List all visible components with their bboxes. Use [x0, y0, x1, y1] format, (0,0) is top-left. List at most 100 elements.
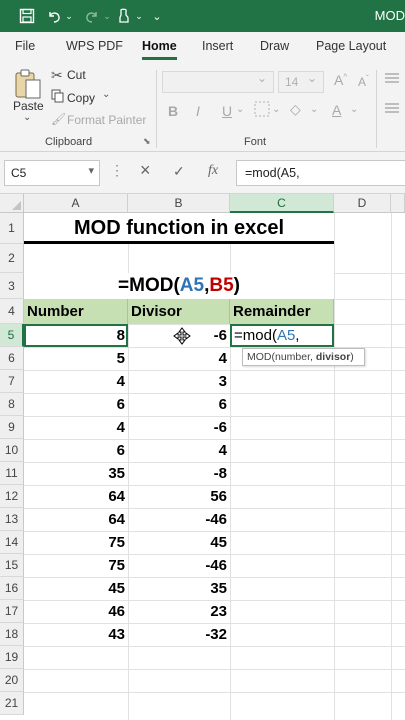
number-cell[interactable]: 6: [24, 393, 128, 416]
formula-display[interactable]: =MOD(A5,B5): [24, 273, 334, 299]
bold-button[interactable]: B: [168, 103, 178, 119]
row-header[interactable]: 5: [0, 324, 24, 347]
header-remainder[interactable]: Remainder: [230, 299, 334, 324]
select-all-button[interactable]: [0, 194, 24, 213]
row-header[interactable]: 14: [0, 531, 24, 554]
active-edit-cell[interactable]: =mod(A5,: [230, 324, 334, 347]
clipboard-launcher-icon[interactable]: ⬊: [143, 136, 151, 147]
divisor-cell[interactable]: 45: [128, 531, 230, 554]
row-header[interactable]: 10: [0, 439, 24, 462]
name-box[interactable]: C5 ▾: [4, 160, 100, 186]
divisor-cell[interactable]: 6: [128, 393, 230, 416]
header-divisor[interactable]: Divisor: [128, 299, 230, 324]
font-size-dropdown[interactable]: 14: [278, 71, 324, 93]
align-icon[interactable]: [384, 72, 400, 89]
number-cell[interactable]: 75: [24, 531, 128, 554]
divisor-cell[interactable]: 3: [128, 370, 230, 393]
row-header[interactable]: 1: [0, 213, 24, 244]
paste-icon[interactable]: [13, 68, 43, 103]
number-cell[interactable]: 5: [24, 347, 128, 370]
borders-dropdown-icon[interactable]: ⌄: [272, 104, 280, 115]
paste-button[interactable]: Paste: [13, 99, 44, 113]
number-cell[interactable]: 64: [24, 508, 128, 531]
row-header[interactable]: 12: [0, 485, 24, 508]
fill-color-dropdown-icon[interactable]: ⌄: [310, 104, 318, 115]
row-header[interactable]: 13: [0, 508, 24, 531]
tab-home[interactable]: Home: [142, 39, 177, 53]
function-tooltip[interactable]: MOD(number, divisor): [242, 348, 365, 366]
row-header[interactable]: 19: [0, 646, 24, 669]
number-cell[interactable]: 64: [24, 485, 128, 508]
row-header[interactable]: 7: [0, 370, 24, 393]
tab-page-layout[interactable]: Page Layout: [316, 39, 386, 53]
undo-dropdown-icon[interactable]: ⌄: [64, 6, 74, 26]
number-cell[interactable]: 6: [24, 439, 128, 462]
number-cell[interactable]: 75: [24, 554, 128, 577]
copy-button[interactable]: Copy: [67, 91, 95, 105]
row-header[interactable]: 18: [0, 623, 24, 646]
divisor-cell[interactable]: 23: [128, 600, 230, 623]
divisor-cell[interactable]: -32: [128, 623, 230, 646]
row-header[interactable]: 20: [0, 669, 24, 692]
number-cell[interactable]: 43: [24, 623, 128, 646]
formula-input[interactable]: =mod(A5,: [236, 160, 405, 186]
divisor-cell[interactable]: -6: [128, 416, 230, 439]
font-color-icon[interactable]: A: [332, 102, 341, 118]
decrease-font-icon[interactable]: Aˇ: [358, 74, 369, 89]
font-color-dropdown-icon[interactable]: ⌄: [350, 104, 358, 115]
paste-dropdown-icon[interactable]: ⌄: [23, 112, 31, 123]
align-icon[interactable]: [384, 102, 400, 119]
cancel-icon[interactable]: ×: [140, 160, 151, 181]
row-header[interactable]: 4: [0, 299, 24, 324]
row-header[interactable]: 2: [0, 244, 24, 273]
borders-icon[interactable]: [254, 101, 270, 120]
more-options-icon[interactable]: ⋮: [110, 162, 124, 179]
tab-file[interactable]: File: [15, 39, 35, 53]
column-header-c[interactable]: C: [230, 194, 334, 213]
row-header[interactable]: 6: [0, 347, 24, 370]
number-cell[interactable]: 4: [24, 370, 128, 393]
increase-font-icon[interactable]: A^: [334, 72, 347, 88]
column-header-e[interactable]: [391, 194, 405, 213]
divisor-cell[interactable]: -8: [128, 462, 230, 485]
underline-dropdown-icon[interactable]: ⌄: [236, 104, 244, 115]
row-header[interactable]: 21: [0, 692, 24, 715]
divisor-cell[interactable]: 4: [128, 347, 230, 370]
enter-icon[interactable]: ✓: [173, 163, 185, 180]
tab-draw[interactable]: Draw: [260, 39, 289, 53]
redo-dropdown-icon[interactable]: ⌄: [102, 6, 112, 26]
number-cell[interactable]: 4: [24, 416, 128, 439]
undo-icon[interactable]: [44, 6, 64, 26]
column-header-a[interactable]: A: [24, 194, 128, 213]
divisor-cell[interactable]: -46: [128, 508, 230, 531]
column-header-d[interactable]: D: [334, 194, 391, 213]
italic-button[interactable]: I: [196, 103, 200, 119]
redo-icon[interactable]: [82, 6, 102, 26]
divisor-cell[interactable]: 56: [128, 485, 230, 508]
font-name-dropdown[interactable]: [162, 71, 274, 93]
underline-button[interactable]: U: [222, 103, 232, 119]
copy-icon[interactable]: [51, 89, 65, 106]
worksheet-grid[interactable]: A B C D 1 2 3 4 5 6 7 8 9 10 11 12 13 14…: [0, 194, 405, 720]
divisor-cell[interactable]: 4: [128, 439, 230, 462]
header-number[interactable]: Number: [24, 299, 128, 324]
row-header[interactable]: 15: [0, 554, 24, 577]
row-header[interactable]: 16: [0, 577, 24, 600]
row-header[interactable]: 11: [0, 462, 24, 485]
fill-color-icon[interactable]: ◇: [290, 101, 301, 118]
format-painter-icon[interactable]: [114, 6, 134, 26]
cut-button[interactable]: Cut: [67, 68, 86, 82]
number-cell[interactable]: 35: [24, 462, 128, 485]
name-box-dropdown-icon[interactable]: ▾: [88, 164, 94, 177]
insert-function-icon[interactable]: fx: [208, 163, 218, 179]
row-header[interactable]: 17: [0, 600, 24, 623]
row-header[interactable]: 3: [0, 273, 24, 299]
row-header[interactable]: 9: [0, 416, 24, 439]
customize-qat-icon[interactable]: ⌄: [150, 6, 164, 26]
format-painter-button[interactable]: Format Painter: [67, 113, 146, 127]
row-header[interactable]: 8: [0, 393, 24, 416]
copy-dropdown-icon[interactable]: ⌄: [102, 89, 110, 100]
tab-wps-pdf[interactable]: WPS PDF: [66, 39, 123, 53]
number-cell[interactable]: 45: [24, 577, 128, 600]
tab-insert[interactable]: Insert: [202, 39, 233, 53]
